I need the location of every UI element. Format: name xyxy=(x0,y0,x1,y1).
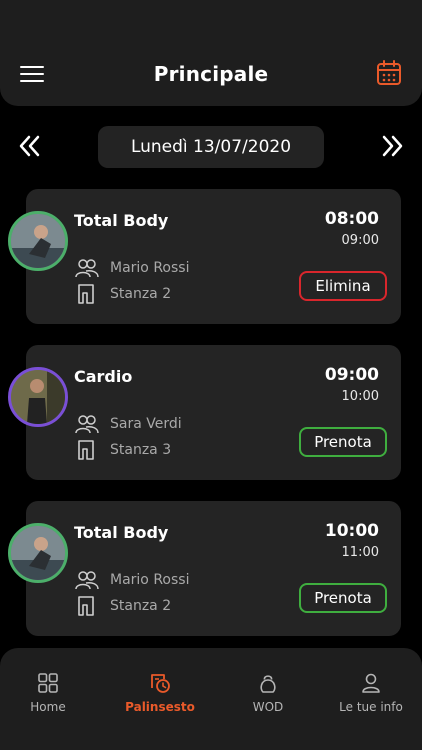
class-start-time: 10:00 xyxy=(324,521,379,541)
people-icon xyxy=(75,415,99,434)
trainer-avatar xyxy=(8,367,68,427)
trainer-name: Mario Rossi xyxy=(110,572,190,588)
app-header: Principale xyxy=(0,0,422,106)
nav-label: Palinsesto xyxy=(125,700,195,714)
class-card[interactable]: Total Body 08:00 09:00 Mario Rossi Stanz… xyxy=(8,189,401,324)
room-name: Stanza 2 xyxy=(110,286,172,302)
schedule-icon xyxy=(151,674,170,693)
nav-item-palinsesto[interactable]: Palinsesto xyxy=(115,672,205,714)
previous-day-icon[interactable] xyxy=(18,134,42,158)
class-card[interactable]: Cardio 09:00 10:00 Sara Verdi Stanza 3 P… xyxy=(8,345,401,480)
nav-item-home[interactable]: Home xyxy=(3,672,93,714)
class-name: Cardio xyxy=(74,367,133,386)
trainer-row: Sara Verdi xyxy=(74,413,182,435)
class-name: Total Body xyxy=(74,211,169,230)
nav-item-profile[interactable]: Le tue info xyxy=(326,672,416,714)
bottom-navigation: Home Palinsesto WOD Le tue info xyxy=(0,648,422,750)
nav-item-wod[interactable]: WOD xyxy=(223,672,313,714)
people-icon xyxy=(75,259,99,278)
current-date[interactable]: Lunedì 13/07/2020 xyxy=(98,126,324,168)
book-class-button[interactable]: Prenota xyxy=(299,427,387,457)
room-icon xyxy=(78,596,94,616)
next-day-icon[interactable] xyxy=(380,134,404,158)
class-end-time: 10:00 xyxy=(341,389,379,404)
trainer-avatar xyxy=(8,523,68,583)
nav-label: WOD xyxy=(252,700,284,714)
room-row: Stanza 2 xyxy=(74,283,171,305)
trainer-row: Mario Rossi xyxy=(74,569,189,591)
calendar-icon[interactable] xyxy=(376,60,402,86)
class-start-time: 09:00 xyxy=(324,365,379,385)
user-icon xyxy=(362,673,380,693)
nav-label: Home xyxy=(30,700,66,714)
room-name: Stanza 2 xyxy=(110,598,172,614)
class-name: Total Body xyxy=(74,523,169,542)
trainer-name: Mario Rossi xyxy=(110,260,190,276)
date-navigator: Lunedì 13/07/2020 xyxy=(0,126,422,168)
kettlebell-icon xyxy=(260,675,276,693)
trainer-name: Sara Verdi xyxy=(110,416,182,432)
page-title: Principale xyxy=(153,62,269,86)
room-icon xyxy=(78,440,94,460)
class-start-time: 08:00 xyxy=(324,209,379,229)
trainer-avatar xyxy=(8,211,68,271)
class-end-time: 11:00 xyxy=(341,545,379,560)
room-name: Stanza 3 xyxy=(110,442,172,458)
room-icon xyxy=(78,284,94,304)
room-row: Stanza 3 xyxy=(74,439,171,461)
class-card[interactable]: Total Body 10:00 11:00 Mario Rossi Stanz… xyxy=(8,501,401,636)
trainer-row: Mario Rossi xyxy=(74,257,189,279)
book-class-button[interactable]: Prenota xyxy=(299,583,387,613)
people-icon xyxy=(75,571,99,590)
room-row: Stanza 2 xyxy=(74,595,171,617)
nav-label: Le tue info xyxy=(339,700,403,714)
grid-icon xyxy=(38,673,58,693)
delete-booking-button[interactable]: Elimina xyxy=(299,271,387,301)
class-end-time: 09:00 xyxy=(341,233,379,248)
